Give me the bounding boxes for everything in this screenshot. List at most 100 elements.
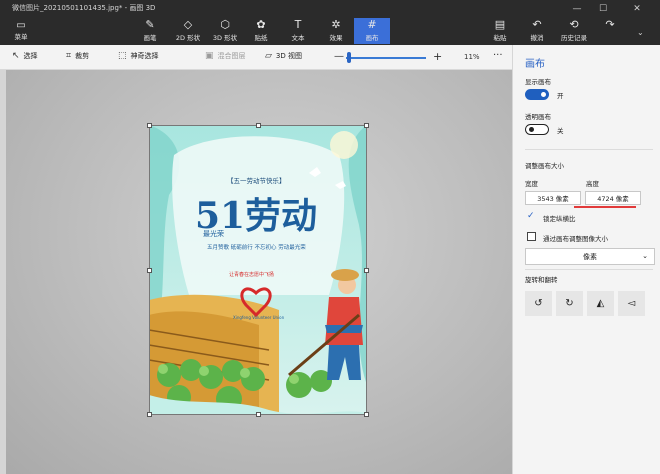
lock-ratio-label: 锁定纵横比 [543, 215, 576, 223]
lock-ratio-check-icon[interactable]: ✓ [527, 211, 535, 221]
history-icon: ⟲ [569, 18, 579, 31]
poster-logo-caption: Xingfeng Volunteer Union [233, 315, 285, 320]
transparent-canvas-toggle[interactable] [525, 124, 549, 135]
zoom-in-button[interactable]: + [433, 50, 442, 63]
view-3d-icon: ▱ [265, 51, 272, 61]
magic-select-label: 神奇选择 [130, 52, 159, 60]
merge-label: 混合图层 [217, 52, 246, 60]
tool-label: 粘贴 [493, 34, 507, 42]
paste-button[interactable]: ▤ 粘贴 [482, 18, 518, 44]
close-button[interactable]: ✕ [626, 0, 648, 18]
merge-icon: ▣ [205, 51, 214, 61]
flip-vertical-button[interactable]: ◅ [618, 291, 645, 316]
resize-image-checkbox[interactable] [527, 232, 536, 241]
poster-banner: 【五一劳动节快乐】 [227, 177, 286, 185]
paste-icon: ▤ [494, 18, 506, 31]
poster-arc-text: 让青春在志愿中飞扬 [229, 272, 275, 278]
merge-button[interactable]: ▣ 混合图层 [205, 51, 246, 61]
zoom-value: 11% [464, 53, 480, 61]
minimize-button[interactable]: — [566, 0, 588, 18]
tool-brushes[interactable]: ✎ 画笔 [132, 18, 168, 44]
resize-handle[interactable] [364, 123, 369, 128]
resize-handle[interactable] [147, 412, 152, 417]
select-button[interactable]: ↖ 选择 [12, 51, 38, 61]
tool-3d-shapes[interactable]: ⬡ 3D 形状 [207, 18, 243, 44]
width-label: 宽度 [525, 180, 538, 188]
resize-handle[interactable] [256, 123, 261, 128]
maximize-button[interactable]: ☐ [592, 0, 614, 18]
menu-label: 菜单 [14, 33, 28, 41]
tool-canvas[interactable]: # 画布 [354, 18, 390, 44]
tool-label: 撤消 [530, 34, 544, 42]
select-label: 选择 [23, 52, 38, 60]
window-title: 微信图片_20210501101435.jpg* - 画图 3D [12, 4, 156, 12]
resize-handle[interactable] [256, 412, 261, 417]
zoom-slider-track[interactable] [346, 57, 426, 59]
magic-select-icon: ⬚ [118, 51, 127, 61]
text-icon: T [294, 18, 302, 31]
view-3d-button[interactable]: ▱ 3D 视图 [265, 51, 302, 61]
height-label: 高度 [586, 180, 599, 188]
canvas-panel: 画布 显示画布 开 透明画布 关 调整画布大小 宽度 高度 3543 像素 47… [512, 45, 660, 474]
tool-label: 贴纸 [254, 34, 268, 42]
tool-label: 文本 [291, 34, 305, 42]
rotate-flip-label: 旋转和翻转 [525, 276, 558, 284]
brush-icon: ✎ [145, 18, 155, 31]
left-edge-strip [0, 70, 6, 474]
canvas-icon: # [367, 18, 377, 31]
poster-tagline: 五月赞歌 砥砺前行 不忘初心 劳动最光荣 [207, 245, 306, 251]
crop-button[interactable]: ⌗ 裁剪 [66, 51, 89, 61]
tool-effects[interactable]: ✲ 效果 [318, 18, 354, 44]
annotation-arrow [574, 206, 636, 208]
resize-handle[interactable] [147, 268, 152, 273]
sub-toolbar: ↖ 选择 ⌗ 裁剪 ⬚ 神奇选择 ▣ 混合图层 ▱ 3D 视图 — + 11% … [0, 45, 512, 70]
resize-image-label: 通过画布调整图像大小 [543, 235, 608, 243]
tool-label: 画笔 [143, 34, 157, 42]
resize-handle[interactable] [364, 412, 369, 417]
rotate-right-button[interactable]: ↻ [556, 291, 583, 316]
undo-button[interactable]: ↶ 撤消 [519, 18, 555, 44]
transparent-canvas-state: 关 [557, 127, 564, 135]
flip-horizontal-button[interactable]: ◭ [587, 291, 614, 316]
crop-label: 裁剪 [75, 52, 90, 60]
resize-handle[interactable] [364, 268, 369, 273]
show-canvas-label: 显示画布 [525, 78, 551, 86]
cursor-icon: ↖ [12, 51, 20, 61]
view-3d-label: 3D 视图 [275, 52, 302, 60]
panel-divider [525, 269, 653, 270]
panel-divider [525, 149, 653, 150]
chevron-down-icon[interactable]: ⌄ [637, 28, 644, 37]
transparent-canvas-label: 透明画布 [525, 113, 551, 121]
tool-label: 画布 [365, 34, 379, 42]
redo-button[interactable]: ↷ [592, 18, 628, 44]
tool-stickers[interactable]: ✿ 贴纸 [243, 18, 279, 44]
width-field[interactable]: 3543 像素 [525, 191, 581, 205]
resize-canvas-label: 调整画布大小 [525, 162, 564, 170]
canvas-image[interactable]: 【五一劳动节快乐】 51劳动 最光荣 五月赞歌 砥砺前行 不忘初心 劳动最光荣 … [149, 125, 367, 415]
panel-title: 画布 [525, 59, 545, 70]
more-options-button[interactable]: ··· [493, 50, 503, 61]
effects-icon: ✲ [331, 18, 341, 31]
show-canvas-toggle[interactable] [525, 89, 549, 100]
tool-2d-shapes[interactable]: ◇ 2D 形状 [170, 18, 206, 44]
menu-button[interactable]: ▭ 菜单 [6, 20, 36, 42]
height-field[interactable]: 4724 像素 [585, 191, 641, 205]
tool-text[interactable]: T 文本 [280, 18, 316, 44]
unit-dropdown[interactable]: 像素 ⌄ [525, 248, 655, 265]
rotate-left-button[interactable]: ↺ [525, 291, 552, 316]
shapes-2d-icon: ◇ [183, 18, 193, 31]
folder-icon: ▭ [16, 20, 26, 31]
zoom-out-button[interactable]: — [334, 51, 344, 62]
flip-horizontal-icon: ◭ [596, 298, 605, 309]
crop-icon: ⌗ [66, 51, 72, 61]
zoom-slider-thumb[interactable] [347, 52, 351, 63]
flip-vertical-icon: ◅ [627, 298, 636, 309]
tool-label: 历史记录 [561, 34, 587, 42]
magic-select-button[interactable]: ⬚ 神奇选择 [118, 51, 159, 61]
rotate-left-icon: ↺ [534, 298, 543, 309]
resize-handle[interactable] [147, 123, 152, 128]
history-button[interactable]: ⟲ 历史记录 [556, 18, 592, 44]
chevron-down-icon: ⌄ [642, 252, 648, 260]
sticker-icon: ✿ [256, 18, 266, 31]
show-canvas-state: 开 [557, 92, 564, 100]
